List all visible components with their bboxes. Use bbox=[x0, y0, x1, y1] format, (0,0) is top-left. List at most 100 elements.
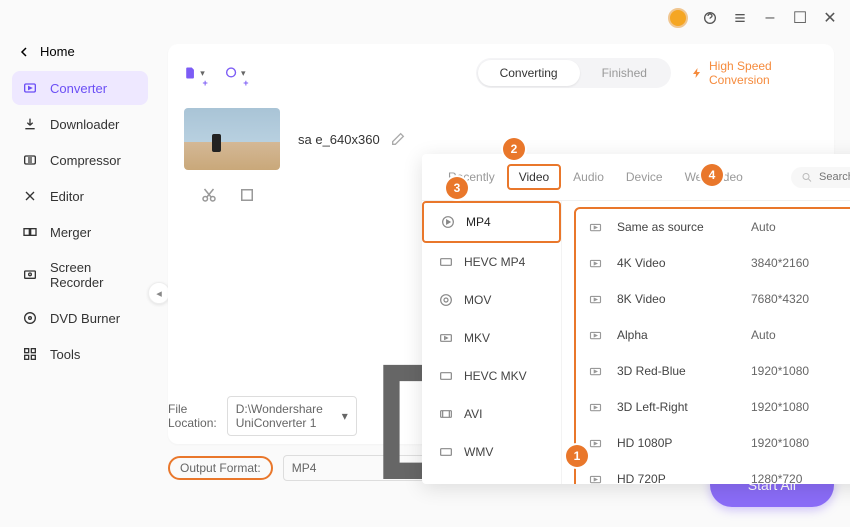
popup-tabs: Recently Video Audio Device Web Video bbox=[422, 154, 850, 201]
preset-name: 8K Video bbox=[617, 292, 737, 306]
format-m4v[interactable]: M4V bbox=[422, 471, 561, 484]
format-label: AVI bbox=[464, 407, 482, 421]
preset-resolution: 1280*720 bbox=[751, 472, 831, 484]
preset-resolution: 7680*4320 bbox=[751, 292, 831, 306]
wmv-icon bbox=[438, 444, 454, 460]
format-label: MP4 bbox=[466, 215, 491, 229]
tab-device[interactable]: Device bbox=[616, 166, 673, 188]
preset-row[interactable]: HD 720P1280*720 bbox=[576, 461, 850, 484]
preset-row[interactable]: Alpha Auto bbox=[576, 317, 850, 353]
sidebar-item-compressor[interactable]: Compressor bbox=[12, 143, 148, 177]
titlebar: – ☐ ✕ bbox=[0, 0, 850, 36]
format-hevc-mp4[interactable]: HEVC MP4 bbox=[422, 243, 561, 281]
preset-row[interactable]: Same as sourceAuto bbox=[576, 209, 850, 245]
format-search[interactable] bbox=[791, 167, 850, 188]
tools-icon bbox=[22, 346, 38, 362]
trim-icon[interactable] bbox=[200, 186, 218, 204]
preset-resolution: 1920*1080 bbox=[751, 400, 831, 414]
video-icon bbox=[588, 256, 603, 271]
preset-highlight-box: Same as sourceAuto4K Video3840*21608K Vi… bbox=[574, 207, 850, 484]
search-icon bbox=[801, 171, 813, 184]
format-hevc-mkv[interactable]: HEVC MKV bbox=[422, 357, 561, 395]
sidebar-item-label: Downloader bbox=[50, 117, 119, 132]
tab-audio[interactable]: Audio bbox=[563, 166, 614, 188]
callout-4: 4 bbox=[701, 164, 723, 186]
preset-name: Alpha bbox=[617, 328, 737, 342]
add-dvd-button[interactable]: +▾ bbox=[225, 61, 246, 85]
window-close[interactable]: ✕ bbox=[822, 10, 838, 26]
file-name-text: sa e_640x360 bbox=[298, 132, 380, 147]
search-input[interactable] bbox=[819, 171, 850, 183]
tab-video[interactable]: Video bbox=[507, 164, 561, 190]
sidebar-item-label: Editor bbox=[50, 189, 84, 204]
window-minimize[interactable]: – bbox=[762, 10, 778, 26]
video-icon bbox=[588, 364, 603, 379]
high-speed-label: High Speed Conversion bbox=[709, 59, 818, 87]
callout-3: 3 bbox=[446, 177, 468, 199]
popup-body: MP4 HEVC MP4 MOV MKV HEVC MKV AVI WMV M4… bbox=[422, 201, 850, 484]
high-speed-toggle[interactable]: High Speed Conversion bbox=[691, 59, 818, 87]
avatar[interactable] bbox=[668, 8, 688, 28]
video-icon bbox=[588, 292, 603, 307]
format-wmv[interactable]: WMV bbox=[422, 433, 561, 471]
sidebar-item-screen-recorder[interactable]: Screen Recorder bbox=[12, 251, 148, 299]
preset-column: Same as sourceAuto4K Video3840*21608K Vi… bbox=[562, 201, 850, 484]
crop-icon[interactable] bbox=[238, 186, 256, 204]
sidebar-item-dvd-burner[interactable]: DVD Burner bbox=[12, 301, 148, 335]
file-name: sa e_640x360 bbox=[298, 131, 818, 147]
home-label: Home bbox=[40, 44, 75, 59]
format-label: MKV bbox=[464, 331, 490, 345]
sidebar-item-label: Merger bbox=[50, 225, 91, 240]
preset-row[interactable]: 4K Video3840*2160 bbox=[576, 245, 850, 281]
preset-resolution: Auto bbox=[751, 328, 831, 342]
converter-icon bbox=[22, 80, 38, 96]
sidebar-item-downloader[interactable]: Downloader bbox=[12, 107, 148, 141]
state-segment: Converting Finished bbox=[476, 58, 671, 88]
hevc-icon bbox=[438, 254, 454, 270]
preset-resolution: 1920*1080 bbox=[751, 436, 831, 450]
format-label: M4V bbox=[464, 483, 489, 484]
content-area: +▾ +▾ Converting Finished High Speed Con… bbox=[160, 36, 850, 527]
sidebar-item-converter[interactable]: Converter bbox=[12, 71, 148, 105]
back-home[interactable]: Home bbox=[12, 42, 148, 71]
sidebar: Home Converter Downloader Compressor Edi… bbox=[0, 36, 160, 527]
preset-name: Same as source bbox=[617, 220, 737, 234]
downloader-icon bbox=[22, 116, 38, 132]
preset-name: 3D Red-Blue bbox=[617, 364, 737, 378]
merger-icon bbox=[22, 224, 38, 240]
format-label: HEVC MP4 bbox=[464, 255, 525, 269]
seg-converting[interactable]: Converting bbox=[478, 60, 580, 86]
preset-row[interactable]: 3D Left-Right1920*1080 bbox=[576, 389, 850, 425]
file-location-select[interactable]: D:\Wondershare UniConverter 1 ▾ bbox=[227, 396, 357, 436]
avi-icon bbox=[438, 406, 454, 422]
m4v-icon bbox=[438, 482, 454, 484]
preset-row[interactable]: 3D Red-Blue1920*1080 bbox=[576, 353, 850, 389]
sidebar-item-tools[interactable]: Tools bbox=[12, 337, 148, 371]
preset-row[interactable]: 8K Video 7680*4320 bbox=[576, 281, 850, 317]
format-avi[interactable]: AVI bbox=[422, 395, 561, 433]
menu-icon[interactable] bbox=[732, 10, 748, 26]
format-column: MP4 HEVC MP4 MOV MKV HEVC MKV AVI WMV M4… bbox=[422, 201, 562, 484]
callout-2: 2 bbox=[503, 138, 525, 160]
video-icon bbox=[588, 400, 603, 415]
video-thumbnail[interactable] bbox=[184, 108, 280, 170]
seg-finished[interactable]: Finished bbox=[580, 60, 669, 86]
compressor-icon bbox=[22, 152, 38, 168]
add-file-button[interactable]: +▾ bbox=[184, 61, 205, 85]
rename-icon[interactable] bbox=[390, 131, 406, 147]
sidebar-item-label: Compressor bbox=[50, 153, 121, 168]
format-mov[interactable]: MOV bbox=[422, 281, 561, 319]
file-location-value: D:\Wondershare UniConverter 1 bbox=[236, 402, 342, 430]
window-maximize[interactable]: ☐ bbox=[792, 10, 808, 26]
panel-toolbar: +▾ +▾ Converting Finished High Speed Con… bbox=[184, 58, 818, 88]
sidebar-item-editor[interactable]: Editor bbox=[12, 179, 148, 213]
hevc-mkv-icon bbox=[438, 368, 454, 384]
format-mp4[interactable]: MP4 bbox=[422, 201, 561, 243]
mov-icon bbox=[438, 292, 454, 308]
preset-row[interactable]: HD 1080P1920*1080 bbox=[576, 425, 850, 461]
file-location-label: File Location: bbox=[168, 402, 217, 430]
format-mkv[interactable]: MKV bbox=[422, 319, 561, 357]
support-icon[interactable] bbox=[702, 10, 718, 26]
sidebar-item-merger[interactable]: Merger bbox=[12, 215, 148, 249]
video-icon bbox=[588, 472, 603, 485]
